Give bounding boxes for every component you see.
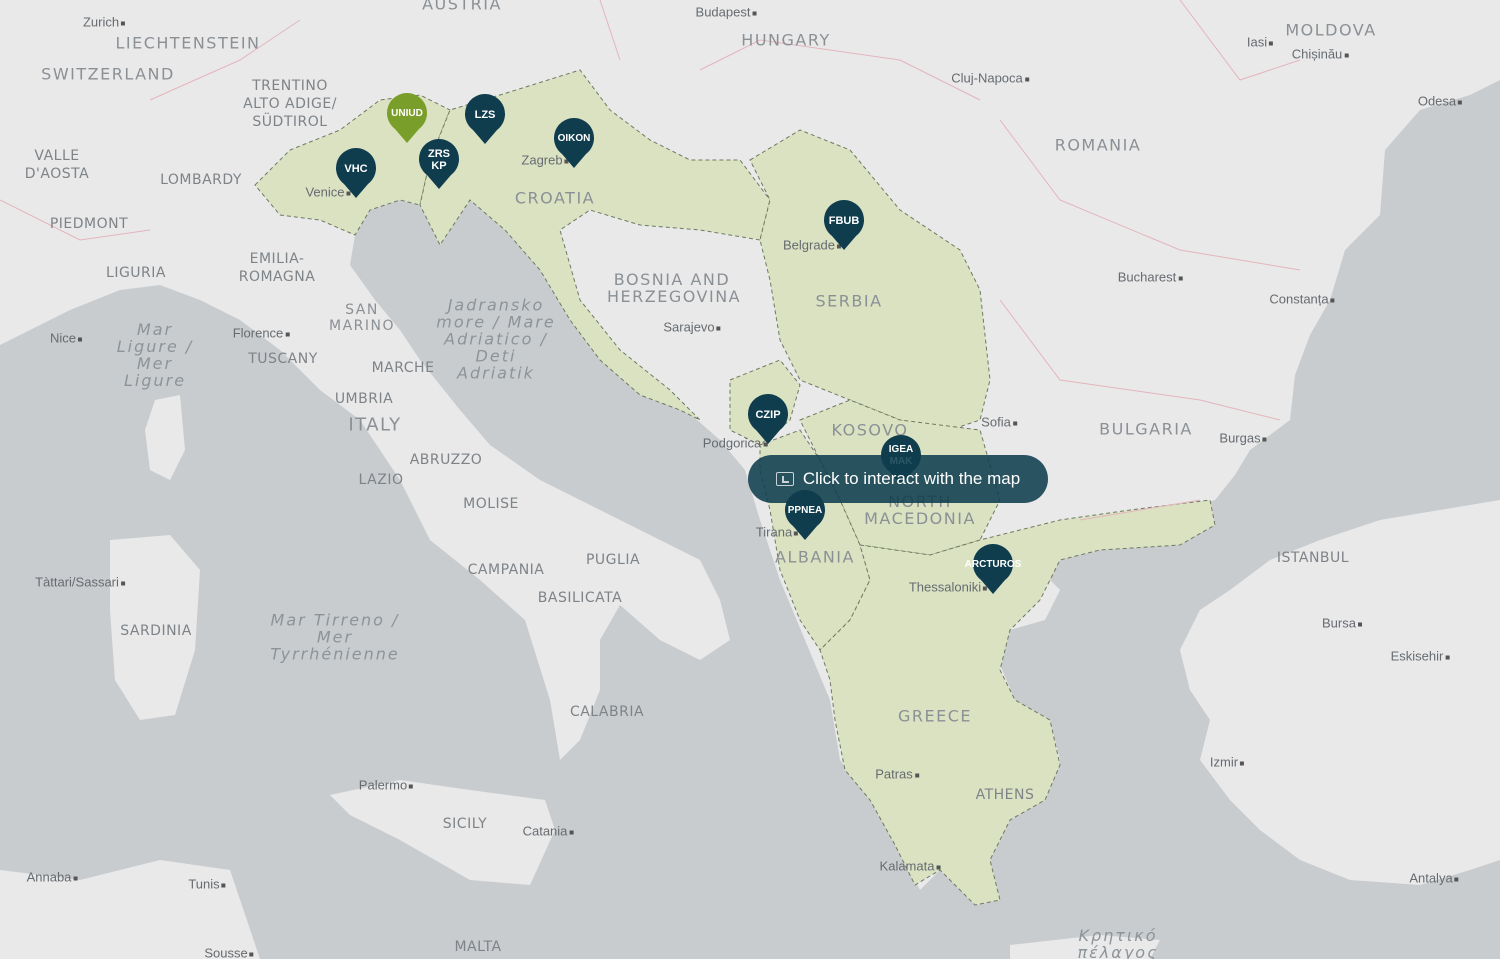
land-sicily [330, 780, 555, 885]
map-marker-oikon[interactable]: OIKON [552, 118, 596, 170]
marker-label: VHC [344, 163, 368, 175]
marker-label: CZIP [755, 409, 781, 421]
map-marker-ppnea[interactable]: PPNEA [783, 490, 827, 542]
marker-label: ARCTUROS [964, 559, 1022, 570]
map-marker-zrs-kp[interactable]: ZRS KP [417, 139, 461, 191]
land-turkey [1180, 500, 1500, 885]
map-marker-arcturos[interactable]: ARCTUROS [965, 544, 1021, 596]
map-container[interactable]: AUSTRIA HUNGARY MOLDOVA LIECHTENSTEIN SW… [0, 0, 1500, 959]
marker-label: UNIUD [391, 108, 423, 119]
map-icon [775, 472, 794, 486]
map-marker-uniud[interactable]: UNIUD [385, 93, 429, 145]
map-marker-vhc[interactable]: VHC [334, 148, 378, 200]
interact-overlay-label: Click to interact with the map [802, 469, 1021, 488]
map-marker-lzs[interactable]: LZS [463, 94, 507, 146]
marker-label: PPNEA [787, 505, 823, 516]
land-corsica [145, 395, 185, 480]
map-marker-czip[interactable]: CZIP [746, 394, 790, 446]
land-crete [1010, 935, 1160, 959]
marker-label: OIKON [557, 133, 591, 144]
marker-label: FBUB [828, 215, 860, 227]
marker-label: ZRS KP [428, 148, 450, 172]
land-sardinia [110, 535, 200, 720]
land-africa [0, 860, 260, 959]
map-marker-fbub[interactable]: FBUB [822, 200, 866, 252]
marker-label: LZS [474, 109, 496, 121]
